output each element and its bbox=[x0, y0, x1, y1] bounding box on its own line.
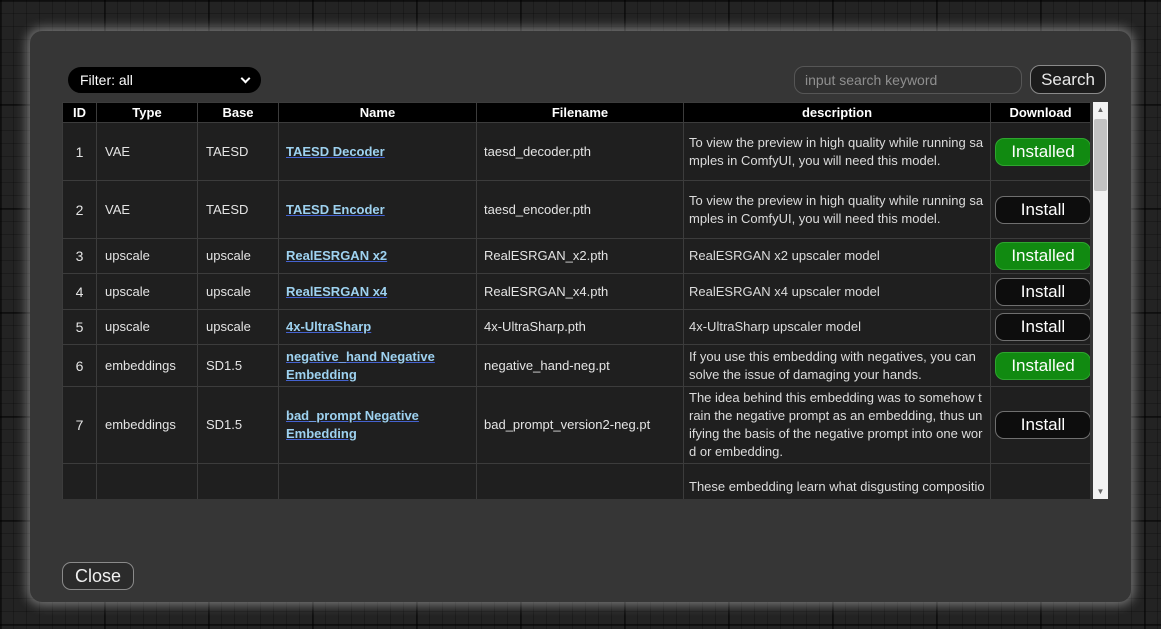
model-name-link[interactable]: TAESD Encoder bbox=[286, 202, 385, 217]
cell-id: 3 bbox=[63, 239, 97, 274]
table-row: 3 upscale upscale RealESRGAN x2 RealESRG… bbox=[63, 239, 1091, 274]
table-scrollbar[interactable]: ▲ ▼ bbox=[1093, 102, 1108, 499]
cell-base: TAESD bbox=[198, 123, 279, 181]
cell-id: 5 bbox=[63, 310, 97, 345]
search-button[interactable]: Search bbox=[1030, 65, 1106, 94]
cell-name: 4x-UltraSharp bbox=[279, 310, 477, 345]
scrollbar-thumb[interactable] bbox=[1094, 119, 1107, 191]
cell-name: RealESRGAN x2 bbox=[279, 239, 477, 274]
model-name-link[interactable]: bad_prompt Negative Embedding bbox=[286, 408, 419, 441]
cell-description: To view the preview in high quality whil… bbox=[684, 181, 991, 239]
column-header-type: Type bbox=[97, 103, 198, 123]
cell-type: upscale bbox=[97, 274, 198, 310]
cell-type: VAE bbox=[97, 123, 198, 181]
install-button[interactable]: Install bbox=[995, 278, 1090, 306]
close-button[interactable]: Close bbox=[62, 562, 134, 590]
table-row: 1 VAE TAESD TAESD Decoder taesd_decoder.… bbox=[63, 123, 1091, 181]
cell-download: Install bbox=[991, 387, 1091, 464]
model-name-link[interactable]: RealESRGAN x4 bbox=[286, 284, 387, 299]
cell-type: embeddings bbox=[97, 345, 198, 387]
cell-filename: negative_hand-neg.pt bbox=[477, 345, 684, 387]
cell-id bbox=[63, 464, 97, 500]
installed-button[interactable]: Installed bbox=[995, 242, 1090, 270]
cell-description: If you use this embedding with negatives… bbox=[684, 345, 991, 387]
model-name-link[interactable]: TAESD Decoder bbox=[286, 144, 385, 159]
models-table-viewport: IDTypeBaseNameFilenamedescriptionDownloa… bbox=[62, 102, 1090, 499]
models-table: IDTypeBaseNameFilenamedescriptionDownloa… bbox=[62, 102, 1090, 499]
column-header-name: Name bbox=[279, 103, 477, 123]
cell-base: upscale bbox=[198, 274, 279, 310]
cell-description: 4x-UltraSharp upscaler model bbox=[684, 310, 991, 345]
cell-type: upscale bbox=[97, 239, 198, 274]
cell-type: VAE bbox=[97, 181, 198, 239]
cell-base bbox=[198, 464, 279, 500]
column-header-filename: Filename bbox=[477, 103, 684, 123]
cell-description: The idea behind this embedding was to so… bbox=[684, 387, 991, 464]
column-header-id: ID bbox=[63, 103, 97, 123]
cell-id: 7 bbox=[63, 387, 97, 464]
table-header-row: IDTypeBaseNameFilenamedescriptionDownloa… bbox=[63, 103, 1091, 123]
cell-download bbox=[991, 464, 1091, 500]
cell-description: These embedding learn what disgusting co… bbox=[684, 464, 991, 500]
cell-description: RealESRGAN x2 upscaler model bbox=[684, 239, 991, 274]
cell-download: Installed bbox=[991, 123, 1091, 181]
installed-button[interactable]: Installed bbox=[995, 352, 1090, 380]
cell-filename: taesd_encoder.pth bbox=[477, 181, 684, 239]
column-header-download: Download bbox=[991, 103, 1091, 123]
cell-id: 1 bbox=[63, 123, 97, 181]
cell-download: Installed bbox=[991, 345, 1091, 387]
cell-filename bbox=[477, 464, 684, 500]
cell-type: upscale bbox=[97, 310, 198, 345]
install-button[interactable]: Install bbox=[995, 196, 1090, 224]
cell-type bbox=[97, 464, 198, 500]
table-row: These embedding learn what disgusting co… bbox=[63, 464, 1091, 500]
install-button[interactable]: Install bbox=[995, 313, 1090, 341]
cell-name: bad_prompt Negative Embedding bbox=[279, 387, 477, 464]
model-name-link[interactable]: 4x-UltraSharp bbox=[286, 319, 371, 334]
cell-base: TAESD bbox=[198, 181, 279, 239]
table-row: 2 VAE TAESD TAESD Encoder taesd_encoder.… bbox=[63, 181, 1091, 239]
cell-id: 6 bbox=[63, 345, 97, 387]
column-header-base: Base bbox=[198, 103, 279, 123]
cell-base: upscale bbox=[198, 310, 279, 345]
installed-button[interactable]: Installed bbox=[995, 138, 1090, 166]
cell-type: embeddings bbox=[97, 387, 198, 464]
filter-select-wrap: Filter: all bbox=[68, 67, 261, 93]
search-input[interactable] bbox=[794, 66, 1022, 94]
cell-base: SD1.5 bbox=[198, 387, 279, 464]
cell-name: TAESD Encoder bbox=[279, 181, 477, 239]
column-header-description: description bbox=[684, 103, 991, 123]
table-row: 6 embeddings SD1.5 negative_hand Negativ… bbox=[63, 345, 1091, 387]
model-name-link[interactable]: negative_hand Negative Embedding bbox=[286, 349, 435, 382]
cell-filename: RealESRGAN_x4.pth bbox=[477, 274, 684, 310]
install-button[interactable]: Install bbox=[995, 411, 1090, 439]
cell-name: negative_hand Negative Embedding bbox=[279, 345, 477, 387]
cell-description: To view the preview in high quality whil… bbox=[684, 123, 991, 181]
cell-id: 4 bbox=[63, 274, 97, 310]
cell-name: TAESD Decoder bbox=[279, 123, 477, 181]
table-row: 5 upscale upscale 4x-UltraSharp 4x-Ultra… bbox=[63, 310, 1091, 345]
cell-description: RealESRGAN x4 upscaler model bbox=[684, 274, 991, 310]
cell-filename: 4x-UltraSharp.pth bbox=[477, 310, 684, 345]
cell-download: Install bbox=[991, 181, 1091, 239]
scrollbar-up-icon[interactable]: ▲ bbox=[1093, 102, 1108, 117]
cell-base: SD1.5 bbox=[198, 345, 279, 387]
scrollbar-down-icon[interactable]: ▼ bbox=[1093, 484, 1108, 499]
cell-download: Install bbox=[991, 274, 1091, 310]
cell-id: 2 bbox=[63, 181, 97, 239]
cell-base: upscale bbox=[198, 239, 279, 274]
install-models-dialog: Filter: all Search IDTypeBaseNameFilenam… bbox=[30, 31, 1131, 602]
cell-name: RealESRGAN x4 bbox=[279, 274, 477, 310]
table-row: 7 embeddings SD1.5 bad_prompt Negative E… bbox=[63, 387, 1091, 464]
table-row: 4 upscale upscale RealESRGAN x4 RealESRG… bbox=[63, 274, 1091, 310]
filter-select[interactable]: Filter: all bbox=[68, 67, 261, 93]
cell-filename: bad_prompt_version2-neg.pt bbox=[477, 387, 684, 464]
model-name-link[interactable]: RealESRGAN x2 bbox=[286, 248, 387, 263]
cell-download: Install bbox=[991, 310, 1091, 345]
cell-filename: taesd_decoder.pth bbox=[477, 123, 684, 181]
cell-name bbox=[279, 464, 477, 500]
cell-filename: RealESRGAN_x2.pth bbox=[477, 239, 684, 274]
cell-download: Installed bbox=[991, 239, 1091, 274]
